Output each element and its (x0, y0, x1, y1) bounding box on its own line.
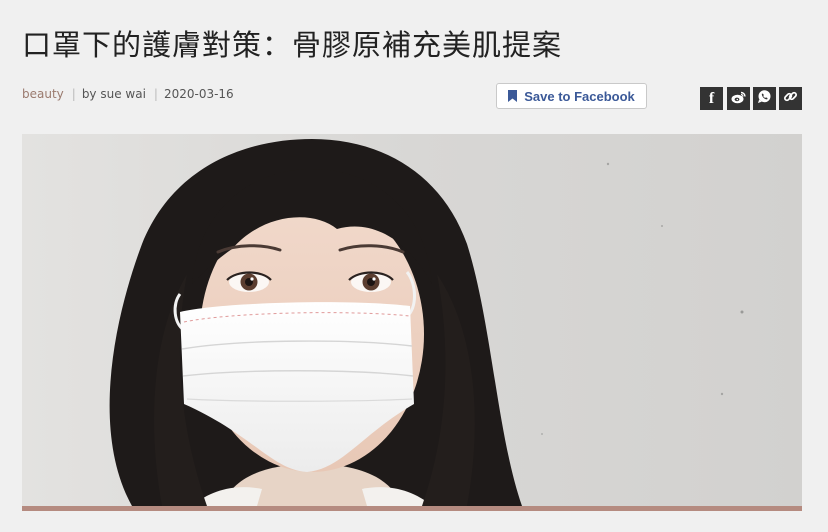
weibo-share-button[interactable] (727, 87, 750, 110)
weibo-icon (731, 89, 746, 108)
save-button-label: Save to Facebook (524, 88, 635, 104)
page-title: 口罩下的護膚對策：骨膠原補充美肌提案 (22, 28, 563, 62)
meta-divider: | (71, 87, 76, 101)
category-link[interactable]: beauty (22, 87, 64, 101)
date-label: 2020-03-16 (163, 87, 234, 101)
masked-woman-photo (22, 134, 802, 506)
save-to-facebook-button[interactable]: Save to Facebook (496, 83, 647, 109)
whatsapp-share-button[interactable] (753, 87, 776, 110)
article-meta: beauty | by sue wai | 2020-03-16 (22, 87, 234, 101)
article-page: 口罩下的護膚對策：骨膠原補充美肌提案 beauty | by sue wai |… (0, 0, 828, 532)
hero-image (22, 134, 802, 506)
bookmark-icon (508, 90, 518, 102)
accent-divider (22, 506, 802, 511)
facebook-icon: f (708, 89, 715, 107)
link-icon (783, 89, 798, 108)
whatsapp-icon (757, 89, 772, 108)
author-label: by sue wai (81, 87, 146, 101)
facebook-share-button[interactable]: f (700, 87, 723, 110)
copy-link-button[interactable] (779, 87, 802, 110)
meta-divider: | (153, 87, 158, 101)
